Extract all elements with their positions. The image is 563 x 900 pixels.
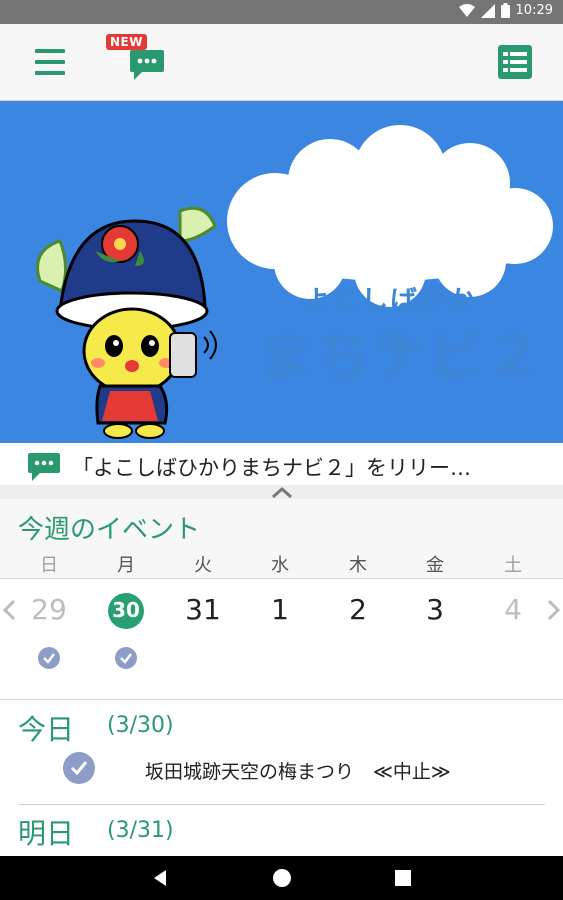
menu-button[interactable] (33, 46, 67, 78)
collapse-handle[interactable] (0, 485, 563, 499)
weekday-label: 土 (504, 555, 522, 576)
events-list: 今日 (3/30) 坂田城跡天空の梅まつり ≪中止≫ 明日 (3/31) (0, 699, 563, 856)
today-date: (3/30) (107, 713, 174, 738)
battery-icon (500, 3, 510, 18)
event-title: 坂田城跡天空の梅まつり ≪中止≫ (145, 761, 451, 783)
day-cell[interactable]: 1 (250, 593, 310, 626)
weekday-label: 水 (271, 555, 289, 576)
home-icon[interactable] (272, 868, 292, 888)
mascot-character (36, 206, 217, 439)
weekday-header: 日 月 火 水 木 金 土 (0, 551, 563, 577)
weekday-label: 木 (349, 555, 367, 576)
today-heading: 今日 (18, 713, 75, 746)
day-cell[interactable]: 29 (19, 593, 79, 626)
day-cell[interactable]: 4 (483, 593, 543, 626)
chat-icon (128, 48, 166, 86)
tomorrow-heading: 明日 (18, 817, 75, 850)
news-bar[interactable]: 「よこしばひかりまちナビ２」をリリー… (0, 443, 563, 485)
next-week-button[interactable] (545, 595, 563, 625)
banner-title: まちナビ２ (257, 324, 543, 389)
weekday-label: 金 (426, 555, 444, 576)
check-circle-icon (115, 647, 137, 669)
check-circle-icon (38, 647, 60, 669)
date-row: 29 30 31 1 2 3 4 (0, 578, 563, 698)
system-navigation-bar (0, 856, 563, 900)
day-cell[interactable]: 3 (405, 593, 465, 626)
wifi-icon (458, 3, 475, 17)
tomorrow-date: (3/31) (107, 818, 174, 843)
status-time: 10:29 (515, 3, 553, 18)
banner[interactable]: よこしばひかり まちナビ２ (0, 101, 563, 443)
previous-week-button[interactable] (0, 595, 18, 625)
recents-icon[interactable] (393, 868, 413, 888)
weekday-label: 火 (194, 555, 212, 576)
week-title: 今週のイベント (18, 515, 201, 545)
day-cell-today[interactable]: 30 (96, 598, 156, 622)
day-cell[interactable]: 31 (173, 593, 233, 626)
signal-icon (480, 3, 495, 18)
new-badge: NEW (106, 34, 147, 50)
chat-icon (28, 453, 60, 481)
hamburger-menu-icon (35, 49, 65, 75)
back-icon[interactable] (150, 868, 170, 888)
check-circle-icon (63, 752, 95, 784)
weekday-label: 日 (40, 555, 58, 576)
app-toolbar: NEW (0, 24, 563, 101)
chevron-up-icon (272, 486, 292, 499)
status-bar: 10:29 (0, 0, 563, 24)
messages-button[interactable]: NEW (104, 32, 170, 88)
divider (18, 804, 545, 805)
status-icons: 10:29 (458, 3, 553, 18)
day-cell[interactable]: 2 (328, 593, 388, 626)
news-text: 「よこしばひかりまちナビ２」をリリー… (72, 456, 471, 480)
list-view-button[interactable] (497, 44, 533, 80)
list-icon (498, 45, 532, 79)
weekday-label: 月 (117, 555, 135, 576)
week-events-panel: 今週のイベント 日 月 火 水 木 金 土 29 30 31 1 2 3 4 (0, 499, 563, 699)
